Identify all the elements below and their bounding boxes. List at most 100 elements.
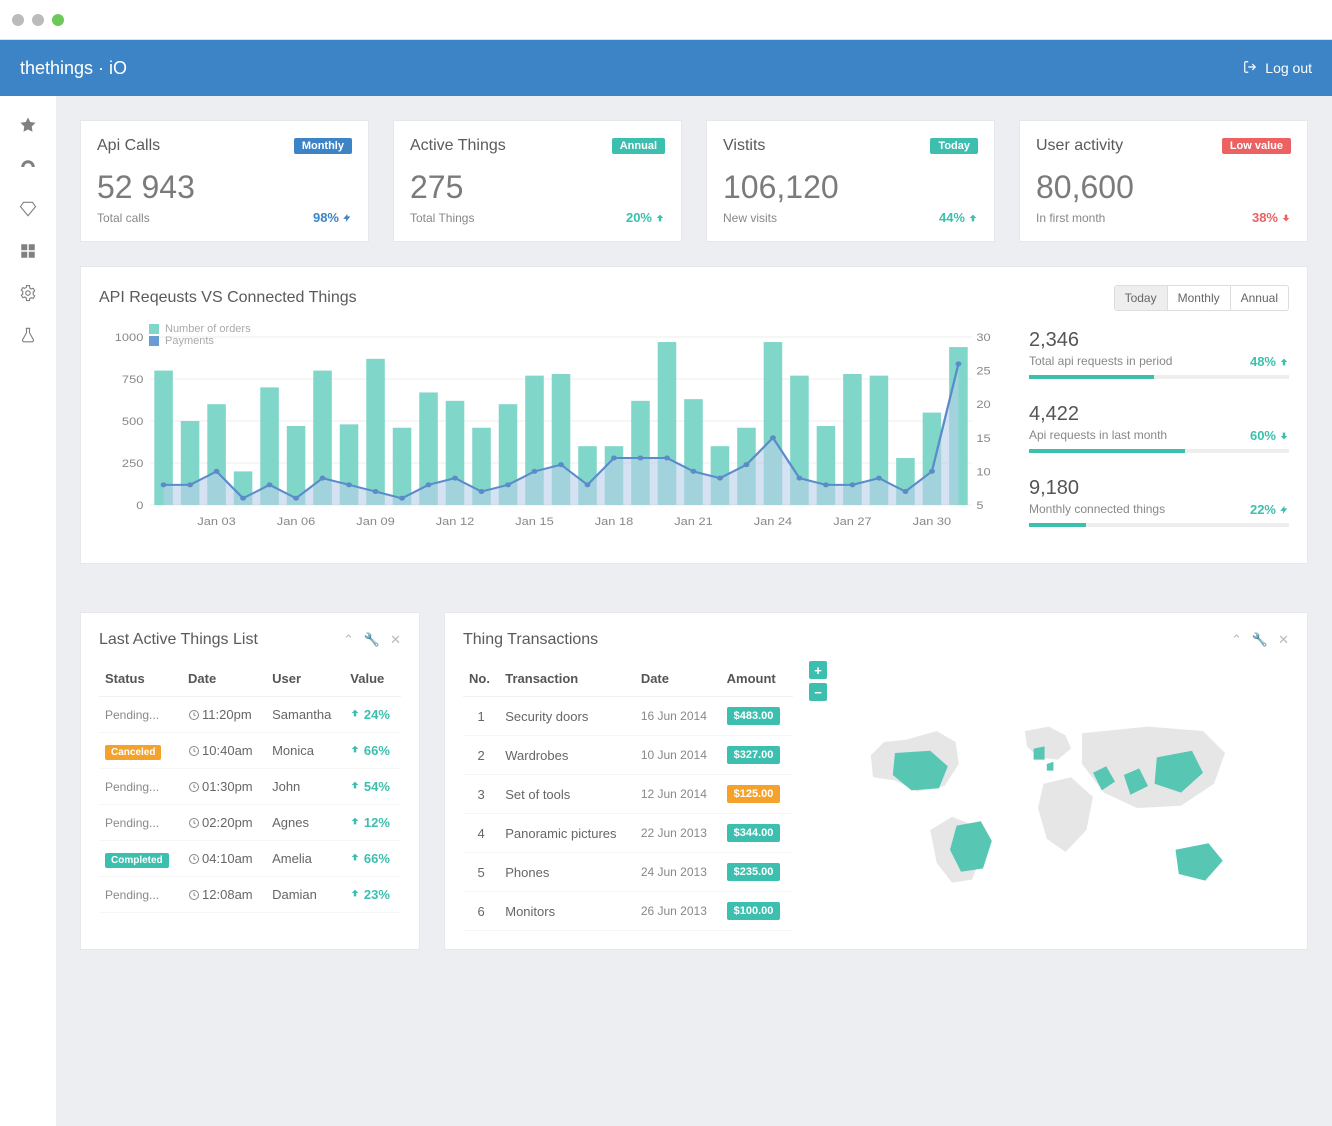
table-row[interactable]: 5Phones24 Jun 2013$235.00	[463, 853, 793, 892]
world-map: + −	[809, 661, 1289, 931]
chart-panel: API Reqeusts VS Connected Things TodayMo…	[80, 266, 1308, 564]
chart-stats: 2,346Total api requests in period48% 4,4…	[1029, 323, 1289, 545]
legend-item: Payments	[149, 335, 251, 347]
sidebar-item-settings[interactable]	[0, 272, 56, 314]
svg-text:Jan 03: Jan 03	[197, 515, 236, 528]
window-dot-close[interactable]	[12, 14, 24, 26]
chart-tab[interactable]: Today	[1115, 286, 1168, 310]
map-zoom-out[interactable]: −	[809, 683, 827, 701]
svg-text:Jan 06: Jan 06	[277, 515, 316, 528]
window-dot-max[interactable]	[52, 14, 64, 26]
svg-text:0: 0	[136, 499, 144, 512]
legend-item: Number of orders	[149, 323, 251, 335]
active-things-table: StatusDateUserValue Pending...11:20pmSam…	[99, 661, 401, 913]
card-badge: Monthly	[294, 138, 352, 154]
chart-stat: 2,346Total api requests in period48%	[1029, 323, 1289, 397]
svg-text:5: 5	[976, 499, 984, 512]
table-header: No.	[463, 661, 499, 697]
map-zoom-in[interactable]: +	[809, 661, 827, 679]
wrench-icon[interactable]: 🔧	[364, 632, 380, 648]
svg-text:30: 30	[976, 331, 991, 344]
chevron-up-icon[interactable]: ⌃	[1231, 632, 1242, 648]
table-row[interactable]: Pending...02:20pmAgnes 12%	[99, 805, 401, 841]
card-title: Active Things	[410, 137, 506, 155]
card-pct: 44%	[939, 210, 978, 225]
svg-text:1000: 1000	[115, 331, 144, 344]
chart-title: API Reqeusts VS Connected Things	[99, 289, 357, 307]
sidebar-item-dashboard[interactable]	[0, 146, 56, 188]
table-row[interactable]: Completed04:10amAmelia 66%	[99, 841, 401, 877]
stat-card: Active Things Annual 275 Total Things 20%	[393, 120, 682, 242]
table-row[interactable]: 3Set of tools12 Jun 2014$125.00	[463, 775, 793, 814]
table-row[interactable]: 4Panoramic pictures22 Jun 2013$344.00	[463, 814, 793, 853]
sidebar-item-star[interactable]	[0, 104, 56, 146]
chart-tab[interactable]: Monthly	[1168, 286, 1231, 310]
stat-card: Api CallsMonthly52 943Total calls98%	[80, 120, 369, 242]
table-header: Value	[344, 661, 401, 697]
svg-text:750: 750	[122, 373, 144, 386]
close-icon[interactable]: ✕	[390, 632, 401, 648]
table-header: User	[266, 661, 344, 697]
svg-text:20: 20	[976, 398, 991, 411]
card-sublabel: Total Things	[410, 211, 474, 225]
table-row[interactable]: Pending...01:30pmJohn 54%	[99, 769, 401, 805]
close-icon[interactable]: ✕	[1278, 632, 1289, 648]
card-title: Api Calls	[97, 137, 160, 155]
topbar: thethings · iO Log out	[0, 40, 1332, 96]
table-row[interactable]: 1Security doors16 Jun 2014$483.00	[463, 697, 793, 736]
sidebar-item-flask[interactable]	[0, 314, 56, 356]
chart-tabs: TodayMonthlyAnnual	[1114, 285, 1289, 311]
card-value: 52 943	[97, 169, 352, 206]
svg-text:Jan 21: Jan 21	[674, 515, 713, 528]
card-title: Vistits	[723, 137, 765, 155]
stat-cards: Api CallsMonthly52 943Total calls98% Act…	[80, 120, 1308, 242]
table-row[interactable]: 6Monitors26 Jun 2013$100.00	[463, 892, 793, 931]
table-row[interactable]: 2Wardrobes10 Jun 2014$327.00	[463, 736, 793, 775]
stat-card: Vistits Today 106,120 New visits 44%	[706, 120, 995, 242]
table-row[interactable]: Pending...12:08amDamian 23%	[99, 877, 401, 913]
card-value: 106,120	[723, 169, 978, 206]
card-badge: Low value	[1222, 138, 1291, 154]
active-things-title: Last Active Things List	[99, 631, 258, 649]
card-pct: 38%	[1252, 210, 1291, 225]
brand: thethings · iO	[20, 58, 127, 79]
table-header: Status	[99, 661, 182, 697]
svg-text:250: 250	[122, 457, 144, 470]
chart: Number of ordersPayments 0 250 500 750 1000 5…	[99, 323, 1009, 533]
svg-text:Jan 24: Jan 24	[754, 515, 793, 528]
chevron-up-icon[interactable]: ⌃	[343, 632, 354, 648]
card-sublabel: In first month	[1036, 211, 1105, 225]
sidebar-item-diamond[interactable]	[0, 188, 56, 230]
window-dot-min[interactable]	[32, 14, 44, 26]
card-badge: Annual	[612, 138, 665, 154]
sidebar-item-grid[interactable]	[0, 230, 56, 272]
wrench-icon[interactable]: 🔧	[1252, 632, 1268, 648]
card-title: User activity	[1036, 137, 1123, 155]
svg-text:Jan 30: Jan 30	[913, 515, 952, 528]
chart-tab[interactable]: Annual	[1231, 286, 1288, 310]
card-sublabel: Total calls	[97, 211, 150, 225]
svg-text:500: 500	[122, 415, 144, 428]
logout-label: Log out	[1265, 60, 1312, 76]
table-header: Transaction	[499, 661, 635, 697]
table-header: Date	[182, 661, 266, 697]
svg-text:Jan 12: Jan 12	[436, 515, 475, 528]
card-pct: 20%	[626, 210, 665, 225]
table-header: Date	[635, 661, 721, 697]
card-sublabel: New visits	[723, 211, 777, 225]
table-row[interactable]: Pending...11:20pmSamantha 24%	[99, 697, 401, 733]
active-things-panel: Last Active Things List ⌃ 🔧 ✕ StatusDate…	[80, 612, 420, 950]
card-value: 80,600	[1036, 169, 1291, 206]
svg-text:10: 10	[976, 465, 991, 478]
table-row[interactable]: Canceled10:40amMonica 66%	[99, 733, 401, 769]
transactions-title: Thing Transactions	[463, 631, 598, 649]
card-value: 275	[410, 169, 665, 206]
svg-text:Jan 09: Jan 09	[356, 515, 395, 528]
svg-text:Jan 15: Jan 15	[515, 515, 554, 528]
svg-text:15: 15	[976, 432, 991, 445]
chart-stat: 4,422Api requests in last month60%	[1029, 397, 1289, 471]
logout-icon	[1243, 60, 1257, 77]
logout-link[interactable]: Log out	[1243, 60, 1312, 77]
table-header: Amount	[721, 661, 793, 697]
card-badge: Today	[930, 138, 978, 154]
